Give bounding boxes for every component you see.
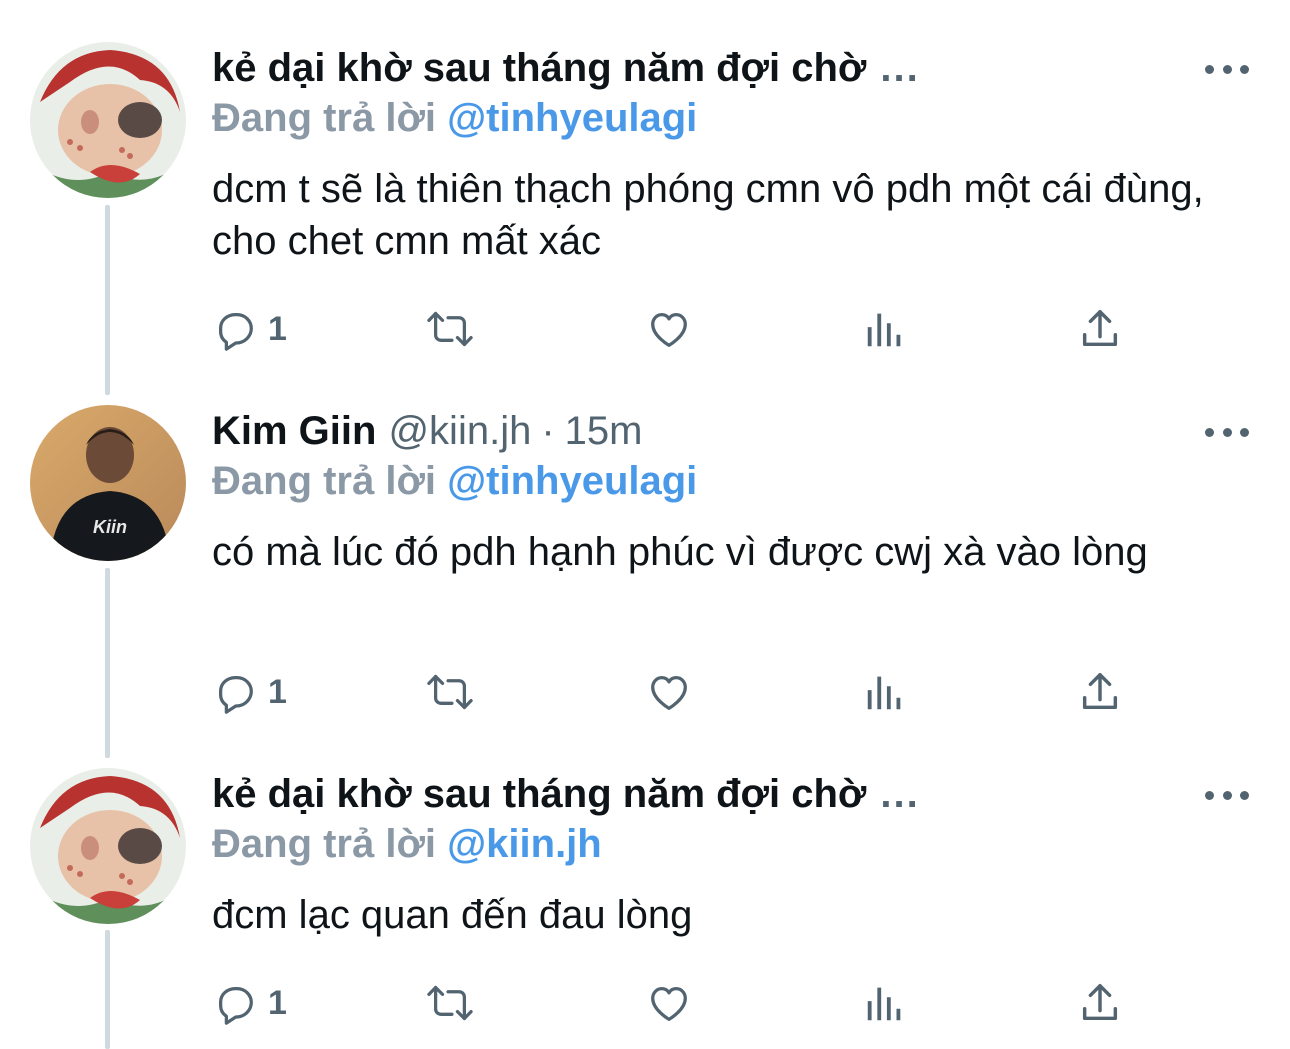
like-button[interactable] (646, 973, 692, 1033)
mention-link[interactable]: @kiin.jh (447, 822, 602, 866)
reply-icon (218, 986, 253, 1025)
views-button[interactable] (862, 973, 908, 1033)
replying-prefix: Đang trả lời (212, 96, 437, 140)
tweet-text: đcm lạc quan đến đau lòng (212, 893, 693, 937)
avatar[interactable]: Kiin (30, 405, 186, 561)
replying-to: Đang trả lời @tinhyeulagi (212, 96, 697, 141)
name-truncation: ... (880, 771, 920, 816)
reply-icon (218, 312, 253, 351)
share-icon (1082, 984, 1118, 1021)
views-icon (867, 313, 901, 347)
views-icon (867, 676, 901, 710)
avatar[interactable] (30, 768, 186, 924)
person-jacket-avatar-image: Kiin (30, 405, 186, 561)
more-icon[interactable] (1205, 417, 1249, 447)
like-button[interactable] (646, 662, 692, 722)
share-button[interactable] (1077, 299, 1123, 359)
mention-link[interactable]: @tinhyeulagi (447, 459, 697, 503)
timestamp[interactable]: 15m (565, 409, 643, 454)
tweet-text: có mà lúc đó pdh hạnh phúc vì được cwj x… (212, 530, 1148, 574)
replying-prefix: Đang trả lời (212, 822, 437, 866)
reply-button[interactable]: 1 (212, 662, 287, 722)
retweet-button[interactable] (427, 299, 473, 359)
user-handle[interactable]: @kiin.jh (388, 409, 531, 454)
mention-link[interactable]: @tinhyeulagi (447, 96, 697, 140)
avatar[interactable] (30, 42, 186, 198)
rose-doll-avatar-image (30, 42, 186, 198)
replying-to: Đang trả lời @kiin.jh (212, 822, 602, 867)
thread-line (105, 568, 110, 758)
thread-line (105, 205, 110, 395)
action-bar: 1 (212, 662, 1132, 722)
more-icon[interactable] (1205, 780, 1249, 810)
reply-button[interactable]: 1 (212, 973, 287, 1033)
share-icon (1082, 310, 1118, 347)
thread-line (105, 930, 110, 1049)
retweet-icon (427, 311, 473, 347)
views-button[interactable] (862, 662, 908, 722)
share-button[interactable] (1077, 662, 1123, 722)
tweet-header: Kim Giin @kiin.jh · 15m (212, 405, 642, 457)
retweet-button[interactable] (427, 973, 473, 1033)
reply-count: 1 (268, 309, 287, 348)
avatar-jacket-text: Kiin (93, 517, 127, 537)
display-name[interactable]: kẻ dại khờ sau tháng năm đợi chờ (212, 772, 866, 817)
replying-to: Đang trả lời @tinhyeulagi (212, 459, 697, 504)
more-icon[interactable] (1205, 54, 1249, 84)
action-bar: 1 (212, 973, 1132, 1033)
like-button[interactable] (646, 299, 692, 359)
tweet-text: dcm t sẽ là thiên thạch phóng cmn vô pdh… (212, 167, 1204, 263)
reply-count: 1 (268, 983, 287, 1022)
like-icon (651, 312, 687, 347)
action-bar: 1 (212, 299, 1132, 359)
display-name[interactable]: Kim Giin (212, 409, 376, 454)
separator-dot: · (541, 408, 555, 453)
views-button[interactable] (862, 299, 908, 359)
rose-doll-avatar-image (30, 768, 186, 924)
name-truncation: ... (880, 45, 920, 90)
tweet-header: kẻ dại khờ sau tháng năm đợi chờ ... (212, 768, 920, 820)
reply-icon (218, 675, 253, 714)
reply-count: 1 (268, 672, 287, 711)
retweet-button[interactable] (427, 662, 473, 722)
reply-button[interactable]: 1 (212, 299, 287, 359)
replying-prefix: Đang trả lời (212, 459, 437, 503)
share-icon (1082, 673, 1118, 710)
share-button[interactable] (1077, 973, 1123, 1033)
retweet-icon (427, 674, 473, 710)
display-name[interactable]: kẻ dại khờ sau tháng năm đợi chờ (212, 46, 866, 91)
retweet-icon (427, 985, 473, 1021)
like-icon (651, 986, 687, 1021)
views-icon (867, 987, 901, 1021)
tweet-header: kẻ dại khờ sau tháng năm đợi chờ ... (212, 42, 920, 94)
like-icon (651, 675, 687, 710)
